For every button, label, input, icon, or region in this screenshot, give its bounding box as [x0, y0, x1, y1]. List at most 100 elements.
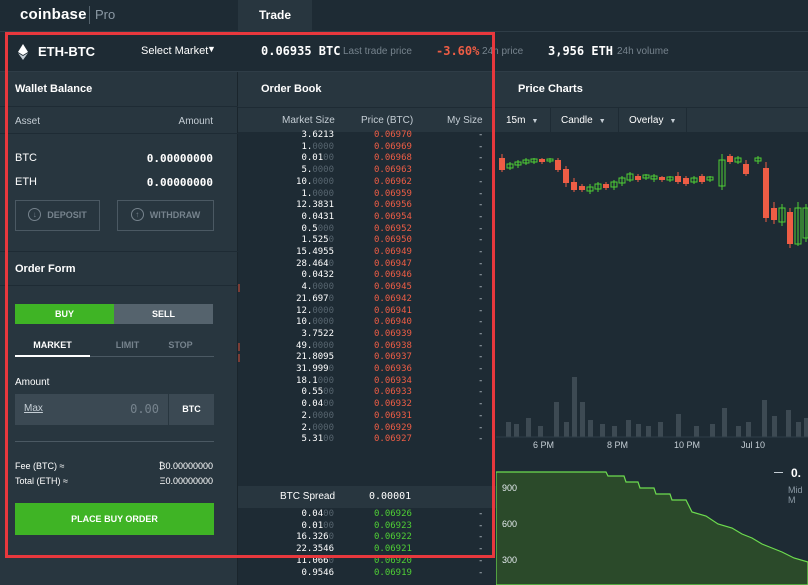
chevron-down-icon[interactable]: ▼: [207, 44, 216, 54]
chart-type-select[interactable]: Candle ▼: [551, 108, 619, 133]
order-price: 0.06939: [374, 328, 412, 339]
ask-row[interactable]: 31.9990 0.06936 -: [238, 364, 496, 376]
order-size: 0.0100: [301, 153, 334, 164]
withdraw-button[interactable]: ↑ WITHDRAW: [117, 200, 214, 231]
coinbase-logo[interactable]: coinbase: [20, 6, 87, 23]
my-size: -: [478, 399, 484, 410]
order-size: 15.4955: [296, 247, 334, 257]
ask-row[interactable]: 49.0000 0.06938 -: [238, 341, 496, 353]
my-size: -: [478, 434, 484, 445]
my-size: -: [478, 328, 484, 339]
order-price: 0.06963: [374, 165, 412, 176]
amount-column-header: Amount: [178, 116, 213, 127]
order-size: 21.8095: [296, 352, 334, 363]
deposit-button[interactable]: ↓ DEPOSIT: [15, 200, 100, 231]
tab-trade[interactable]: Trade: [238, 0, 312, 32]
order-size: 10.0000: [296, 176, 334, 187]
ask-row[interactable]: 21.8095 0.06937 -: [238, 352, 496, 364]
divider: [0, 133, 238, 134]
order-size: 12.3831: [296, 200, 334, 211]
mid-market-price: 0.: [791, 466, 802, 480]
candlestick-chart[interactable]: [496, 132, 808, 585]
ask-row[interactable]: 0.5000 0.06952 -: [238, 224, 496, 236]
order-price: 0.06926: [374, 509, 412, 519]
order-price: 0.06932: [374, 399, 412, 410]
asset-column-header: Asset: [15, 116, 41, 127]
order-price: 0.06933: [374, 387, 412, 398]
ask-row[interactable]: 1.5250 0.06950 -: [238, 235, 496, 247]
tab-market[interactable]: MARKET: [15, 340, 90, 350]
order-size: 1.5250: [301, 235, 334, 246]
ask-row[interactable]: 0.0431 0.06954 -: [238, 212, 496, 224]
arrow-down-circle-icon: ↓: [28, 208, 42, 222]
bid-row[interactable]: 11.0660 0.06920 -: [238, 556, 496, 568]
total-value: Ξ0.00000000: [159, 476, 213, 486]
ask-row[interactable]: 3.6213 0.06970 -: [238, 130, 496, 142]
tab-stop[interactable]: STOP: [143, 340, 218, 350]
my-size: -: [478, 141, 484, 152]
wallet-balance-header: Wallet Balance: [0, 72, 238, 107]
my-size: -: [478, 520, 484, 531]
bid-row[interactable]: 0.0100 0.06923 -: [238, 521, 496, 533]
ask-row[interactable]: 5.3100 0.06927 -: [238, 434, 496, 446]
amount-input[interactable]: Max 0.00: [15, 394, 168, 425]
bid-row[interactable]: 22.3546 0.06921 -: [238, 544, 496, 556]
buy-button[interactable]: BUY: [15, 304, 114, 324]
fee-value: ₿0.00000000: [158, 461, 213, 471]
my-size-column-header: My Size: [447, 115, 483, 126]
candles: [499, 154, 808, 248]
order-size: 4.0000: [301, 282, 334, 293]
ask-row[interactable]: 15.4955 0.06949 -: [238, 247, 496, 259]
ask-row[interactable]: 12.0000 0.06941 -: [238, 306, 496, 318]
ask-row[interactable]: 28.4640 0.06947 -: [238, 259, 496, 271]
ask-row[interactable]: 1.0000 0.06959 -: [238, 189, 496, 201]
depth-bar: [238, 342, 240, 351]
order-size: 1.0000: [301, 188, 334, 199]
bid-row[interactable]: 0.9546 0.06919 -: [238, 568, 496, 580]
spread-row: BTC Spread 0.00001: [238, 486, 496, 508]
bid-row[interactable]: 16.3260 0.06922 -: [238, 532, 496, 544]
place-buy-order-button[interactable]: PLACE BUY ORDER: [15, 503, 214, 535]
ask-row[interactable]: 12.3831 0.06956 -: [238, 200, 496, 212]
my-size: -: [478, 293, 484, 304]
ask-row[interactable]: 10.0000 0.06962 -: [238, 177, 496, 189]
order-price: 0.06969: [374, 141, 412, 152]
ask-row[interactable]: 3.7522 0.06939 -: [238, 329, 496, 341]
amount-unit-label: BTC: [169, 394, 214, 425]
my-size: -: [478, 544, 484, 555]
total-label: Total (ETH) ≈: [15, 476, 68, 486]
ask-row[interactable]: 5.0000 0.06963 -: [238, 165, 496, 177]
ask-row[interactable]: 1.0000 0.06969 -: [238, 142, 496, 154]
order-price: 0.06923: [374, 520, 412, 531]
ask-row[interactable]: 4.0000 0.06945 -: [238, 282, 496, 294]
order-size: 0.0400: [301, 509, 334, 519]
order-price: 0.06922: [374, 532, 412, 543]
interval-select[interactable]: 15m ▼: [496, 108, 551, 133]
volume-label: 24h volume: [617, 46, 669, 57]
bid-row[interactable]: 0.0400 0.06926 -: [238, 509, 496, 521]
my-size: -: [478, 375, 484, 386]
my-size: -: [478, 247, 484, 257]
order-size: 49.0000: [296, 340, 334, 351]
sell-button[interactable]: SELL: [114, 304, 213, 324]
order-price: 0.06959: [374, 188, 412, 199]
ask-row[interactable]: 0.0432 0.06946 -: [238, 270, 496, 282]
ask-row[interactable]: 21.6970 0.06942 -: [238, 294, 496, 306]
order-price: 0.06945: [374, 282, 412, 293]
my-size: -: [478, 340, 484, 351]
last-trade-price: 0.06935 BTC: [261, 44, 341, 58]
select-market-button[interactable]: Select Market: [141, 45, 208, 57]
ask-row[interactable]: 0.0100 0.06968 -: [238, 153, 496, 165]
ask-row[interactable]: 2.0000 0.06931 -: [238, 411, 496, 423]
pro-label: Pro: [95, 7, 116, 22]
ask-row[interactable]: 0.0400 0.06932 -: [238, 399, 496, 411]
ask-row[interactable]: 2.0000 0.06929 -: [238, 423, 496, 435]
ask-row[interactable]: 10.0000 0.06940 -: [238, 317, 496, 329]
order-book-header: Order Book: [238, 72, 496, 107]
overlay-select[interactable]: Overlay ▼: [619, 108, 687, 133]
order-size: 16.3260: [296, 532, 334, 543]
ask-row[interactable]: 18.1000 0.06934 -: [238, 376, 496, 388]
max-link[interactable]: Max: [24, 403, 43, 414]
order-price: 0.06947: [374, 258, 412, 269]
ask-row[interactable]: 0.5500 0.06933 -: [238, 387, 496, 399]
